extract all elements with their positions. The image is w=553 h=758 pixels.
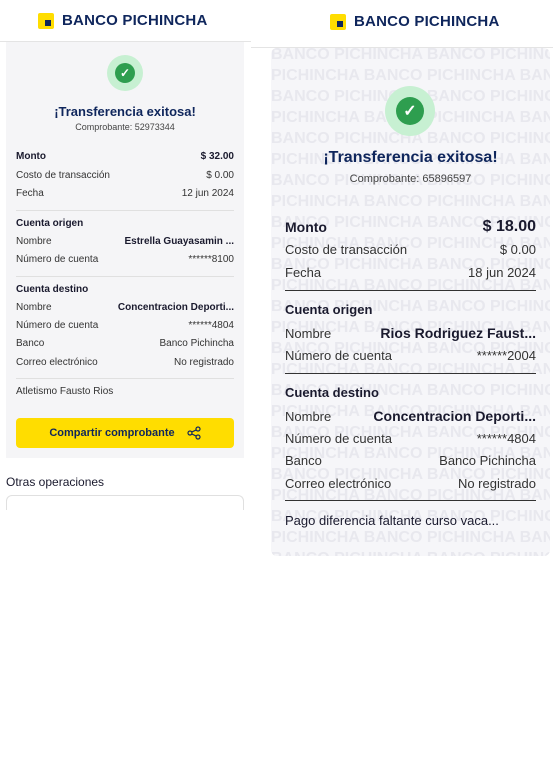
fee-label: Costo de transacción (16, 170, 110, 181)
date-value: 18 jun 2024 (468, 265, 536, 280)
transfer-note: Pago diferencia faltante curso vaca... (285, 513, 499, 528)
date-value: 12 jun 2024 (181, 188, 234, 199)
bank-logo-text: BANCO PICHINCHA (354, 13, 500, 30)
origin-section-title: Cuenta origen (16, 218, 84, 229)
fee-value: $ 0.00 (499, 242, 536, 257)
dest-email-row: Correo electrónico No registrado (285, 476, 536, 491)
success-title: ¡Transferencia exitosa! (323, 149, 498, 166)
success-check-icon: ✓ (107, 55, 143, 91)
dest-account-value: ******4804 (476, 431, 536, 446)
transfer-note: Atletismo Fausto Rios (16, 386, 114, 397)
origin-name-row: Nombre Estrella Guayasamin ... (16, 236, 234, 247)
dest-name-row: Nombre Concentracion Deporti... (16, 302, 234, 313)
share-receipt-button[interactable]: Compartir comprobante (16, 418, 234, 448)
dest-name-label: Nombre (16, 302, 52, 313)
origin-account-value: ******2004 (476, 348, 536, 363)
dest-name-row: Nombre Concentracion Deporti... (285, 408, 536, 424)
dest-account-row: Número de cuenta ******4804 (285, 431, 536, 446)
dest-name-value: Concentracion Deporti... (373, 408, 536, 424)
share-receipt-label: Compartir comprobante (49, 427, 175, 439)
watermark-line: PICHINCHA BANCO PICHINCHA BANCO PICHINCH… (271, 529, 550, 546)
fee-label: Costo de transacción (285, 242, 408, 257)
dest-name-value: Concentracion Deporti... (117, 302, 234, 313)
origin-account-row: Número de cuenta ******2004 (285, 348, 536, 363)
divider (285, 373, 536, 374)
dest-bank-value: Banco Pichincha (439, 453, 536, 468)
origin-section-title: Cuenta origen (285, 302, 373, 317)
amount-row: Monto $ 32.00 (16, 151, 234, 162)
share-icon (187, 426, 201, 440)
other-operations-title: Otras operaciones (6, 475, 105, 489)
dest-account-row: Número de cuenta ******4804 (16, 320, 234, 331)
dest-name-label: Nombre (285, 408, 332, 424)
origin-name-value: Estrella Guayasamin ... (124, 236, 235, 247)
amount-value: $ 18.00 (482, 218, 536, 235)
origin-name-value: Rios Rodriguez Faust... (380, 325, 536, 341)
dest-section-title: Cuenta destino (285, 385, 379, 400)
other-operations-card (6, 495, 244, 510)
origin-name-label: Nombre (16, 236, 52, 247)
origin-account-label: Número de cuenta (285, 348, 392, 363)
right-header: BANCO PICHINCHA (251, 0, 553, 48)
date-label: Fecha (285, 265, 322, 280)
bank-logo: BANCO PICHINCHA (330, 13, 500, 30)
dest-account-label: Número de cuenta (285, 431, 392, 446)
success-check-icon: ✓ (385, 86, 435, 136)
divider (16, 210, 234, 211)
dest-bank-value: Banco Pichincha (159, 338, 235, 349)
dest-email-row: Correo electrónico No registrado (16, 357, 234, 368)
receipt-number: Comprobante: 52973344 (75, 122, 175, 132)
bank-logo-text: BANCO PICHINCHA (62, 12, 208, 29)
bank-logo-icon (330, 13, 346, 30)
dest-email-value: No registrado (173, 357, 234, 368)
dest-bank-label: Banco (16, 338, 45, 349)
date-row: Fecha 12 jun 2024 (16, 188, 234, 199)
success-title: ¡Transferencia exitosa! (54, 104, 196, 119)
dest-account-label: Número de cuenta (16, 320, 99, 331)
watermark-line: BANCO PICHINCHA BANCO PICHINCHA BANCO PI… (271, 48, 550, 63)
dest-bank-row: Banco Banco Pichincha (16, 338, 234, 349)
left-header: BANCO PICHINCHA (0, 0, 251, 42)
origin-name-row: Nombre Rios Rodriguez Faust... (285, 325, 536, 341)
fee-row: Costo de transacción $ 0.00 (285, 242, 536, 257)
amount-label: Monto (285, 219, 327, 235)
dest-section-title: Cuenta destino (16, 284, 89, 295)
amount-value: $ 32.00 (200, 151, 234, 162)
watermark-line: PICHINCHA BANCO PICHINCHA BANCO PICHINCH… (271, 193, 550, 210)
dest-account-value: ******4804 (188, 320, 234, 331)
origin-account-row: Número de cuenta ******8100 (16, 254, 234, 265)
dest-bank-label: Banco (285, 453, 322, 468)
divider (285, 290, 536, 291)
dest-email-value: No registrado (457, 476, 536, 491)
divider (16, 276, 234, 277)
dest-email-label: Correo electrónico (16, 357, 98, 368)
amount-row: Monto $ 18.00 (285, 218, 536, 236)
fee-value: $ 0.00 (206, 170, 234, 181)
origin-account-label: Número de cuenta (16, 254, 99, 265)
watermark-line: BANCO PICHINCHA BANCO PICHINCHA BANCO PI… (271, 548, 550, 556)
origin-name-label: Nombre (285, 325, 332, 341)
date-row: Fecha 18 jun 2024 (285, 265, 536, 280)
divider (285, 500, 536, 501)
date-label: Fecha (16, 188, 44, 199)
origin-account-value: ******8100 (188, 254, 234, 265)
watermark-line: PICHINCHA BANCO PICHINCHA BANCO PICHINCH… (271, 67, 550, 84)
bank-logo-icon (38, 12, 54, 29)
dest-bank-row: Banco Banco Pichincha (285, 453, 536, 468)
receipt-number: Comprobante: 65896597 (349, 173, 472, 185)
fee-row: Costo de transacción $ 0.00 (16, 170, 234, 181)
amount-label: Monto (16, 151, 46, 162)
bank-logo: BANCO PICHINCHA (38, 12, 208, 29)
divider (16, 378, 234, 379)
dest-email-label: Correo electrónico (285, 476, 392, 491)
